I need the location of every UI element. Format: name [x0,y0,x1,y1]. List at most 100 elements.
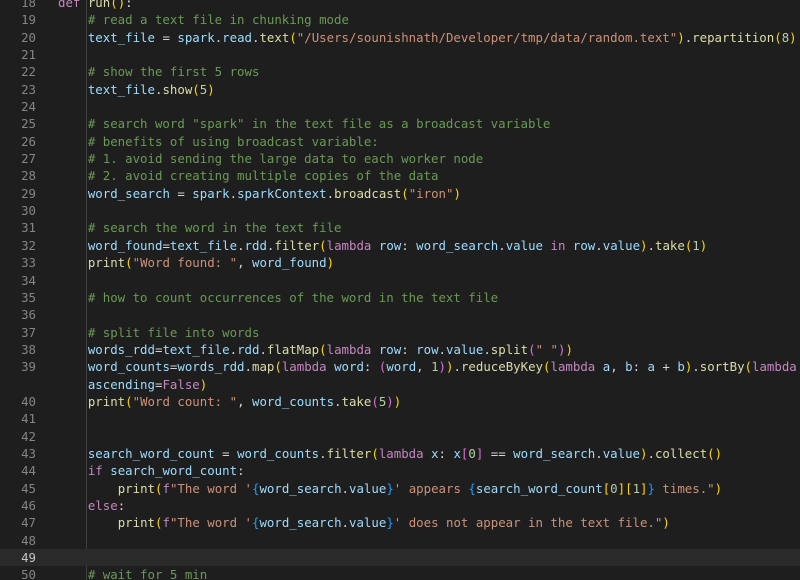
line-number: 32 [21,237,36,253]
code-token: x [453,445,461,461]
code-line[interactable]: 48 [0,532,800,549]
code-token: if [87,463,103,479]
code-line[interactable]: 40 print("Word count: ", word_counts.tak… [0,393,800,410]
code-token: # 1. avoid sending the large data to eac… [58,151,484,167]
code-line[interactable]: 19 # read a text file in chunking mode [0,11,800,28]
code-token: times." [654,480,715,496]
code-line[interactable]: 45 print(f"The word '{word_search.value}… [0,480,800,497]
code-line[interactable]: 30 [0,202,800,219]
code-line[interactable]: 35 # how to count occurrences of the wor… [0,289,800,306]
line-number: 20 [21,29,36,45]
line-text: word_found=text_file.rdd.filter(lambda r… [58,237,707,254]
code-line[interactable]: 20 text_file = spark.read.text("/Users/s… [0,29,800,46]
code-line[interactable]: 28 # 2. avoid creating multiple copies o… [0,167,800,184]
code-line[interactable]: 29 word_search = spark.sparkContext.broa… [0,185,800,202]
code-token: take [341,393,372,409]
code-token: [ [625,480,633,496]
code-token: run [87,0,111,10]
code-line[interactable]: 37 # split file into words [0,324,800,341]
code-token: lambda [550,359,596,375]
line-number: 46 [21,497,36,513]
code-line[interactable]: 44 if search_word_count: [0,462,800,479]
code-token: rdd [244,237,267,253]
code-line[interactable]: 47 print(f"The word '{word_search.value}… [0,514,800,531]
code-token: broadcast [334,185,402,201]
code-line[interactable]: 34 [0,272,800,289]
code-line[interactable]: 49 [0,549,800,567]
code-token: lambda [752,359,797,375]
code-line[interactable]: 42 [0,428,800,445]
line-number: 33 [21,255,36,271]
code-token: value [602,445,641,461]
code-line[interactable]: 27 # 1. avoid sending the large data to … [0,150,800,167]
line-text: if search_word_count: [58,462,245,479]
line-number: 18 [21,0,36,10]
code-token: filter [326,445,372,461]
code-token: take [654,237,685,253]
code-editor[interactable]: 18 def run(): 19 # read a text file in chu… [0,0,800,580]
code-line[interactable]: 32 word_found=text_file.rdd.filter(lambd… [0,237,800,254]
line-text: print("Word count: ", word_counts.take(5… [58,393,401,410]
line-number: 34 [21,272,36,288]
code-token: value [505,237,544,253]
code-token: ( [744,359,752,375]
line-number: 21 [21,47,36,63]
code-line[interactable]: 31 # search the word in the text file [0,219,800,236]
code-token: lambda [326,237,372,253]
code-token: word_search [87,185,170,201]
code-token: ( [371,445,379,461]
line-number: 50 [21,567,36,580]
code-lines[interactable]: 18 def run(): 19 # read a text file in chu… [0,0,800,580]
code-token: " " [535,341,558,357]
code-token: ) [714,480,723,496]
code-line[interactable]: 24 [0,98,800,115]
code-line[interactable]: 26 # benefits of using broadcast variabl… [0,133,800,150]
code-line[interactable]: 25 # search word "spark" in the text fil… [0,115,800,132]
code-line[interactable]: 23 text_file.show(5) [0,81,800,98]
code-token: ( [319,237,327,253]
code-token: reduceByKey [460,359,544,375]
code-token: a [647,359,655,375]
code-line[interactable]: 22 # show the first 5 rows [0,63,800,80]
code-token: ( [110,0,118,10]
code-token: . [692,359,700,375]
code-line[interactable]: 18 def run(): [0,0,800,11]
code-line[interactable]: 41 [0,410,800,427]
line-number: 30 [21,203,36,219]
code-token: ) [677,29,685,45]
code-token: # split file into words [58,324,260,340]
code-token: False [162,376,200,392]
line-text: # benefits of using broadcast variable: [58,133,379,150]
code-line[interactable]: 21 [0,46,800,63]
code-line[interactable]: 39 word_counts=words_rdd.map(lambda word… [0,358,800,375]
code-token: value [602,237,641,253]
code-token: word_counts [237,445,320,461]
code-token: ) [565,341,573,357]
code-line[interactable]: 50 # wait for 5 min [0,566,800,580]
code-line-wrap[interactable]: ascending=False) [0,376,800,393]
code-token: . [647,237,655,253]
code-token: , [237,255,252,271]
code-line[interactable]: 36 [0,306,800,323]
code-token: ) [714,445,723,461]
code-token: map [251,359,275,375]
line-number: 49 [21,550,36,565]
code-token: words_rdd [87,341,155,357]
code-token: ( [125,393,133,409]
line-number: 23 [21,81,36,97]
line-number: 42 [21,428,36,444]
code-token: f [162,515,170,531]
code-token: text_file [162,341,230,357]
code-token: + [654,359,678,375]
code-token: word [386,359,417,375]
code-line[interactable]: 46 else: [0,497,800,514]
line-number: 38 [21,341,36,357]
code-token: . [453,359,461,375]
code-line[interactable]: 43 search_word_count = word_counts.filte… [0,445,800,462]
code-line[interactable]: 33 print("Word found: ", word_found) [0,254,800,271]
code-line[interactable]: 38 words_rdd=text_file.rdd.flatMap(lambd… [0,341,800,358]
code-token: "The word ' [169,480,252,496]
